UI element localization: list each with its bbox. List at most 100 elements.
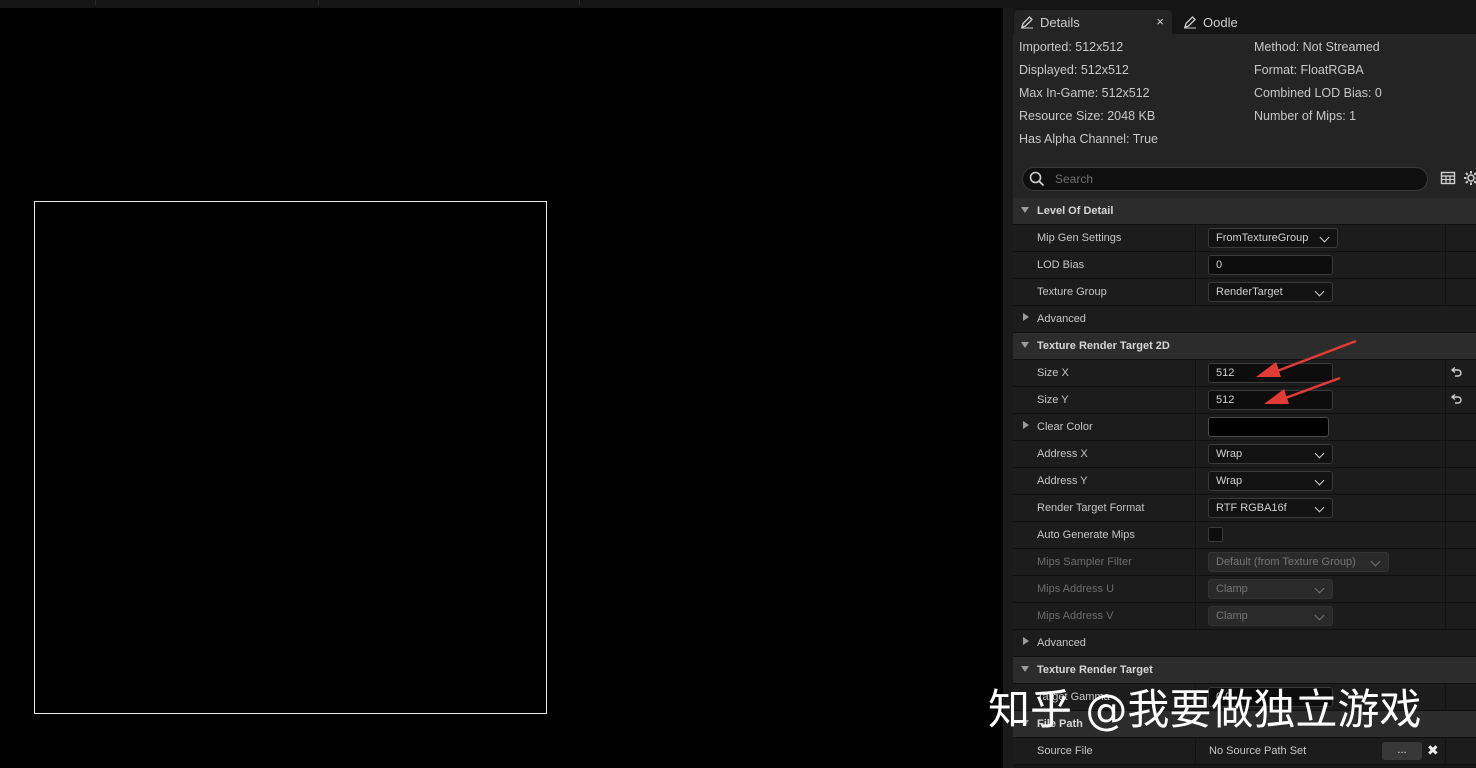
panel-splitter[interactable]	[1003, 8, 1013, 768]
property-label: Address X	[1037, 448, 1088, 460]
property-label: Address Y	[1037, 475, 1088, 487]
dropdown-value: Default (from Texture Group)	[1216, 556, 1356, 568]
address-y-dropdown[interactable]: Wrap	[1208, 471, 1333, 491]
property-label: Mips Address V	[1037, 610, 1114, 622]
top-tab-segment[interactable]	[96, 0, 319, 5]
expand-arrow-icon[interactable]	[1023, 637, 1029, 645]
chevron-down-icon	[1319, 232, 1330, 243]
info-max-ingame: Max In-Game: 512x512	[1019, 86, 1150, 100]
property-label: Advanced	[1037, 313, 1086, 325]
search-bar	[1013, 164, 1476, 198]
reset-icon[interactable]	[1449, 366, 1463, 380]
expand-arrow-icon[interactable]	[1021, 342, 1029, 348]
lod-bias-input[interactable]: 0	[1208, 255, 1333, 275]
clear-path-icon[interactable]: ✖	[1427, 742, 1439, 759]
dropdown-value: RenderTarget	[1216, 286, 1283, 298]
info-has-alpha: Has Alpha Channel: True	[1019, 132, 1158, 146]
info-method: Method: Not Streamed	[1254, 40, 1380, 54]
property-label: Texture Group	[1037, 286, 1107, 298]
table-icon[interactable]	[1440, 170, 1456, 186]
dropdown-value: Wrap	[1216, 475, 1243, 487]
property-label: Auto Generate Mips	[1037, 529, 1135, 541]
search-input[interactable]	[1053, 170, 1417, 188]
chevron-down-icon	[1314, 448, 1325, 459]
pencil-icon	[1021, 16, 1033, 29]
info-lod-bias: Combined LOD Bias: 0	[1254, 86, 1382, 100]
size-x-input[interactable]: 512	[1208, 363, 1333, 383]
info-displayed: Displayed: 512x512	[1019, 63, 1129, 77]
chevron-down-icon	[1370, 556, 1381, 567]
chevron-down-icon	[1314, 502, 1325, 513]
property-row: Source File No Source Path Set ... ✖	[1013, 738, 1476, 765]
property-label: LOD Bias	[1037, 259, 1085, 271]
property-label: Render Target Format	[1037, 502, 1145, 514]
tab-bar: Details × Oodle	[1013, 8, 1476, 34]
texture-preview	[34, 201, 547, 714]
property-label: Size X	[1037, 367, 1069, 379]
size-y-input[interactable]: 512	[1208, 390, 1333, 410]
top-bar	[0, 0, 1476, 8]
dropdown-value: FromTextureGroup	[1216, 232, 1309, 244]
property-row: Size X 512	[1013, 360, 1476, 387]
property-row: Mips Address V Clamp	[1013, 603, 1476, 630]
texture-info: Imported: 512x512 Displayed: 512x512 Max…	[1013, 34, 1476, 164]
watermark-text: 知乎 @我要做独立游戏	[988, 685, 1422, 734]
tab-label: Details	[1040, 14, 1080, 30]
search-box[interactable]	[1022, 167, 1428, 191]
dropdown-value: RTF RGBA16f	[1216, 502, 1287, 514]
advanced-expander[interactable]: Advanced	[1013, 630, 1476, 657]
property-label: Source File	[1037, 745, 1093, 757]
property-label: Mip Gen Settings	[1037, 232, 1122, 244]
property-row: Mips Sampler Filter Default (from Textur…	[1013, 549, 1476, 576]
close-icon[interactable]: ×	[1156, 14, 1164, 29]
expand-arrow-icon[interactable]	[1021, 666, 1029, 672]
top-tab-segment[interactable]	[0, 0, 96, 5]
category-title: Texture Render Target	[1037, 664, 1153, 676]
mips-address-u-dropdown[interactable]: Clamp	[1208, 579, 1333, 599]
chevron-down-icon	[1314, 286, 1325, 297]
property-row: LOD Bias 0	[1013, 252, 1476, 279]
reset-icon[interactable]	[1449, 393, 1463, 407]
source-file-value: No Source Path Set	[1209, 745, 1307, 757]
chevron-down-icon	[1314, 610, 1325, 621]
property-row: Address Y Wrap	[1013, 468, 1476, 495]
category-title: Level Of Detail	[1037, 205, 1114, 217]
property-row: Mips Address U Clamp	[1013, 576, 1476, 603]
expand-arrow-icon[interactable]	[1021, 207, 1029, 213]
property-label: Clear Color	[1037, 421, 1093, 433]
top-tab-segment[interactable]	[319, 0, 580, 5]
render-target-format-dropdown[interactable]: RTF RGBA16f	[1208, 498, 1333, 518]
chevron-down-icon	[1314, 583, 1325, 594]
property-row: Mip Gen Settings FromTextureGroup	[1013, 225, 1476, 252]
property-row: Address X Wrap	[1013, 441, 1476, 468]
auto-generate-mips-checkbox[interactable]	[1208, 527, 1223, 542]
texture-group-dropdown[interactable]: RenderTarget	[1208, 282, 1333, 302]
property-label: Advanced	[1037, 637, 1086, 649]
category-texture-render-target-2d[interactable]: Texture Render Target 2D	[1013, 333, 1476, 360]
pencil-icon	[1184, 16, 1196, 29]
mips-address-v-dropdown[interactable]: Clamp	[1208, 606, 1333, 626]
dropdown-value: Wrap	[1216, 448, 1243, 460]
expand-arrow-icon[interactable]	[1023, 313, 1029, 321]
address-x-dropdown[interactable]: Wrap	[1208, 444, 1333, 464]
expand-arrow-icon[interactable]	[1023, 421, 1029, 429]
mip-gen-dropdown[interactable]: FromTextureGroup	[1208, 228, 1338, 248]
details-panel: Details × Oodle Imported: 512x512 Displa…	[1013, 8, 1476, 768]
info-resource-size: Resource Size: 2048 KB	[1019, 109, 1156, 123]
property-row: Render Target Format RTF RGBA16f	[1013, 495, 1476, 522]
info-num-mips: Number of Mips: 1	[1254, 109, 1357, 123]
search-icon	[1029, 171, 1045, 187]
category-level-of-detail[interactable]: Level Of Detail	[1013, 198, 1476, 225]
browse-button[interactable]: ...	[1382, 742, 1422, 760]
tab-oodle[interactable]: Oodle	[1177, 10, 1297, 34]
clear-color-swatch[interactable]	[1208, 417, 1329, 437]
mips-sampler-filter-dropdown[interactable]: Default (from Texture Group)	[1208, 552, 1389, 572]
gear-icon[interactable]	[1463, 170, 1476, 186]
property-row: Texture Group RenderTarget	[1013, 279, 1476, 306]
advanced-expander[interactable]: Advanced	[1013, 306, 1476, 333]
info-imported: Imported: 512x512	[1019, 40, 1124, 54]
tab-details[interactable]: Details ×	[1014, 10, 1172, 34]
dropdown-value: Clamp	[1216, 610, 1248, 622]
info-format: Format: FloatRGBA	[1254, 63, 1364, 77]
property-label: Mips Sampler Filter	[1037, 556, 1132, 568]
